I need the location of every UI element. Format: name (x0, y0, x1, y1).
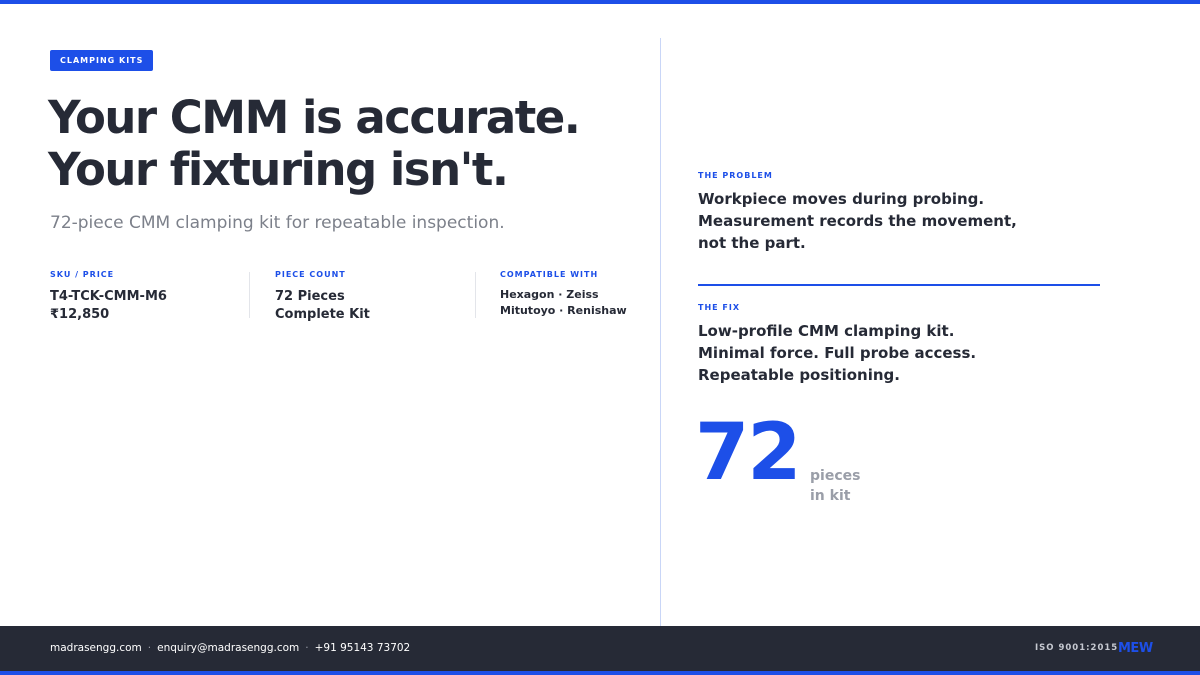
spec-label: PIECE COUNT (275, 270, 346, 279)
caption-line: in kit (810, 488, 851, 504)
email-link[interactable]: enquiry@madrasengg.com (157, 642, 299, 654)
top-accent-bar (0, 0, 1200, 4)
compatible-brands-2: Mitutoyo · Renishaw (500, 304, 627, 317)
separator: · (305, 642, 309, 654)
spec-value: T4-TCK-CMM-M6 ₹12,850 (50, 288, 167, 324)
footer-contact: madrasengg.com · enquiry@madrasengg.com · +9… (50, 626, 410, 671)
fix-line: Minimal force. Full probe access. (698, 344, 977, 362)
website-link[interactable]: madrasengg.com (50, 642, 142, 654)
headline-line-1: Your CMM is accurate. (48, 91, 581, 144)
fix-label: THE FIX (698, 303, 741, 312)
kit-type: Complete Kit (275, 307, 370, 322)
piece-count: 72 Pieces (275, 289, 345, 304)
bottom-accent-bar (0, 671, 1200, 675)
fix-line: Repeatable positioning. (698, 366, 900, 384)
problem-line: Workpiece moves during probing. (698, 190, 985, 208)
spec-label: SKU / PRICE (50, 270, 115, 279)
problem-line: not the part. (698, 234, 806, 252)
brand-logo: MEW (1118, 641, 1153, 656)
problem-label: THE PROBLEM (698, 171, 773, 180)
compatible-brands-1: Hexagon · Zeiss (500, 288, 599, 301)
iso-certification: ISO 9001:2015 (1035, 643, 1119, 653)
spec-label: COMPATIBLE WITH (500, 270, 599, 279)
footer: madrasengg.com · enquiry@madrasengg.com · +9… (0, 626, 1200, 671)
piece-count-caption: pieces in kit (810, 466, 860, 506)
section-divider (698, 284, 1100, 286)
problem-line: Measurement records the movement, (698, 212, 1017, 230)
spec-compatibility: COMPATIBLE WITH Hexagon · Zeiss Mitutoyo… (500, 270, 627, 318)
piece-count-highlight: 72 (695, 408, 802, 498)
spec-value: 72 Pieces Complete Kit (275, 288, 370, 324)
category-tag: CLAMPING KITS (50, 50, 154, 71)
headline-line-2: Your fixturing isn't. (48, 143, 509, 196)
separator: · (147, 642, 152, 654)
phone-link[interactable]: +91 95143 73702 (315, 642, 411, 654)
spec-sku-price: SKU / PRICE T4-TCK-CMM-M6 ₹12,850 (50, 270, 167, 322)
spec-row: SKU / PRICE T4-TCK-CMM-M6 ₹12,850 PIECE … (50, 270, 640, 322)
price: ₹12,850 (50, 307, 110, 322)
problem-text: Workpiece moves during probing. Measurem… (698, 188, 1118, 254)
caption-line: pieces (810, 468, 861, 484)
headline: Your CMM is accurate. Your fixturing isn… (48, 92, 628, 196)
spec-divider (475, 272, 476, 318)
column-divider (660, 38, 661, 626)
subtitle: 72-piece CMM clamping kit for repeatable… (50, 213, 505, 233)
fix-line: Low-profile CMM clamping kit. (698, 322, 955, 340)
sku-code: T4-TCK-CMM-M6 (50, 289, 167, 304)
spec-piece-count: PIECE COUNT 72 Pieces Complete Kit (275, 270, 370, 322)
fix-text: Low-profile CMM clamping kit. Minimal fo… (698, 320, 1118, 386)
spec-value: Hexagon · Zeiss Mitutoyo · Renishaw (500, 287, 627, 319)
spec-divider (249, 272, 250, 318)
